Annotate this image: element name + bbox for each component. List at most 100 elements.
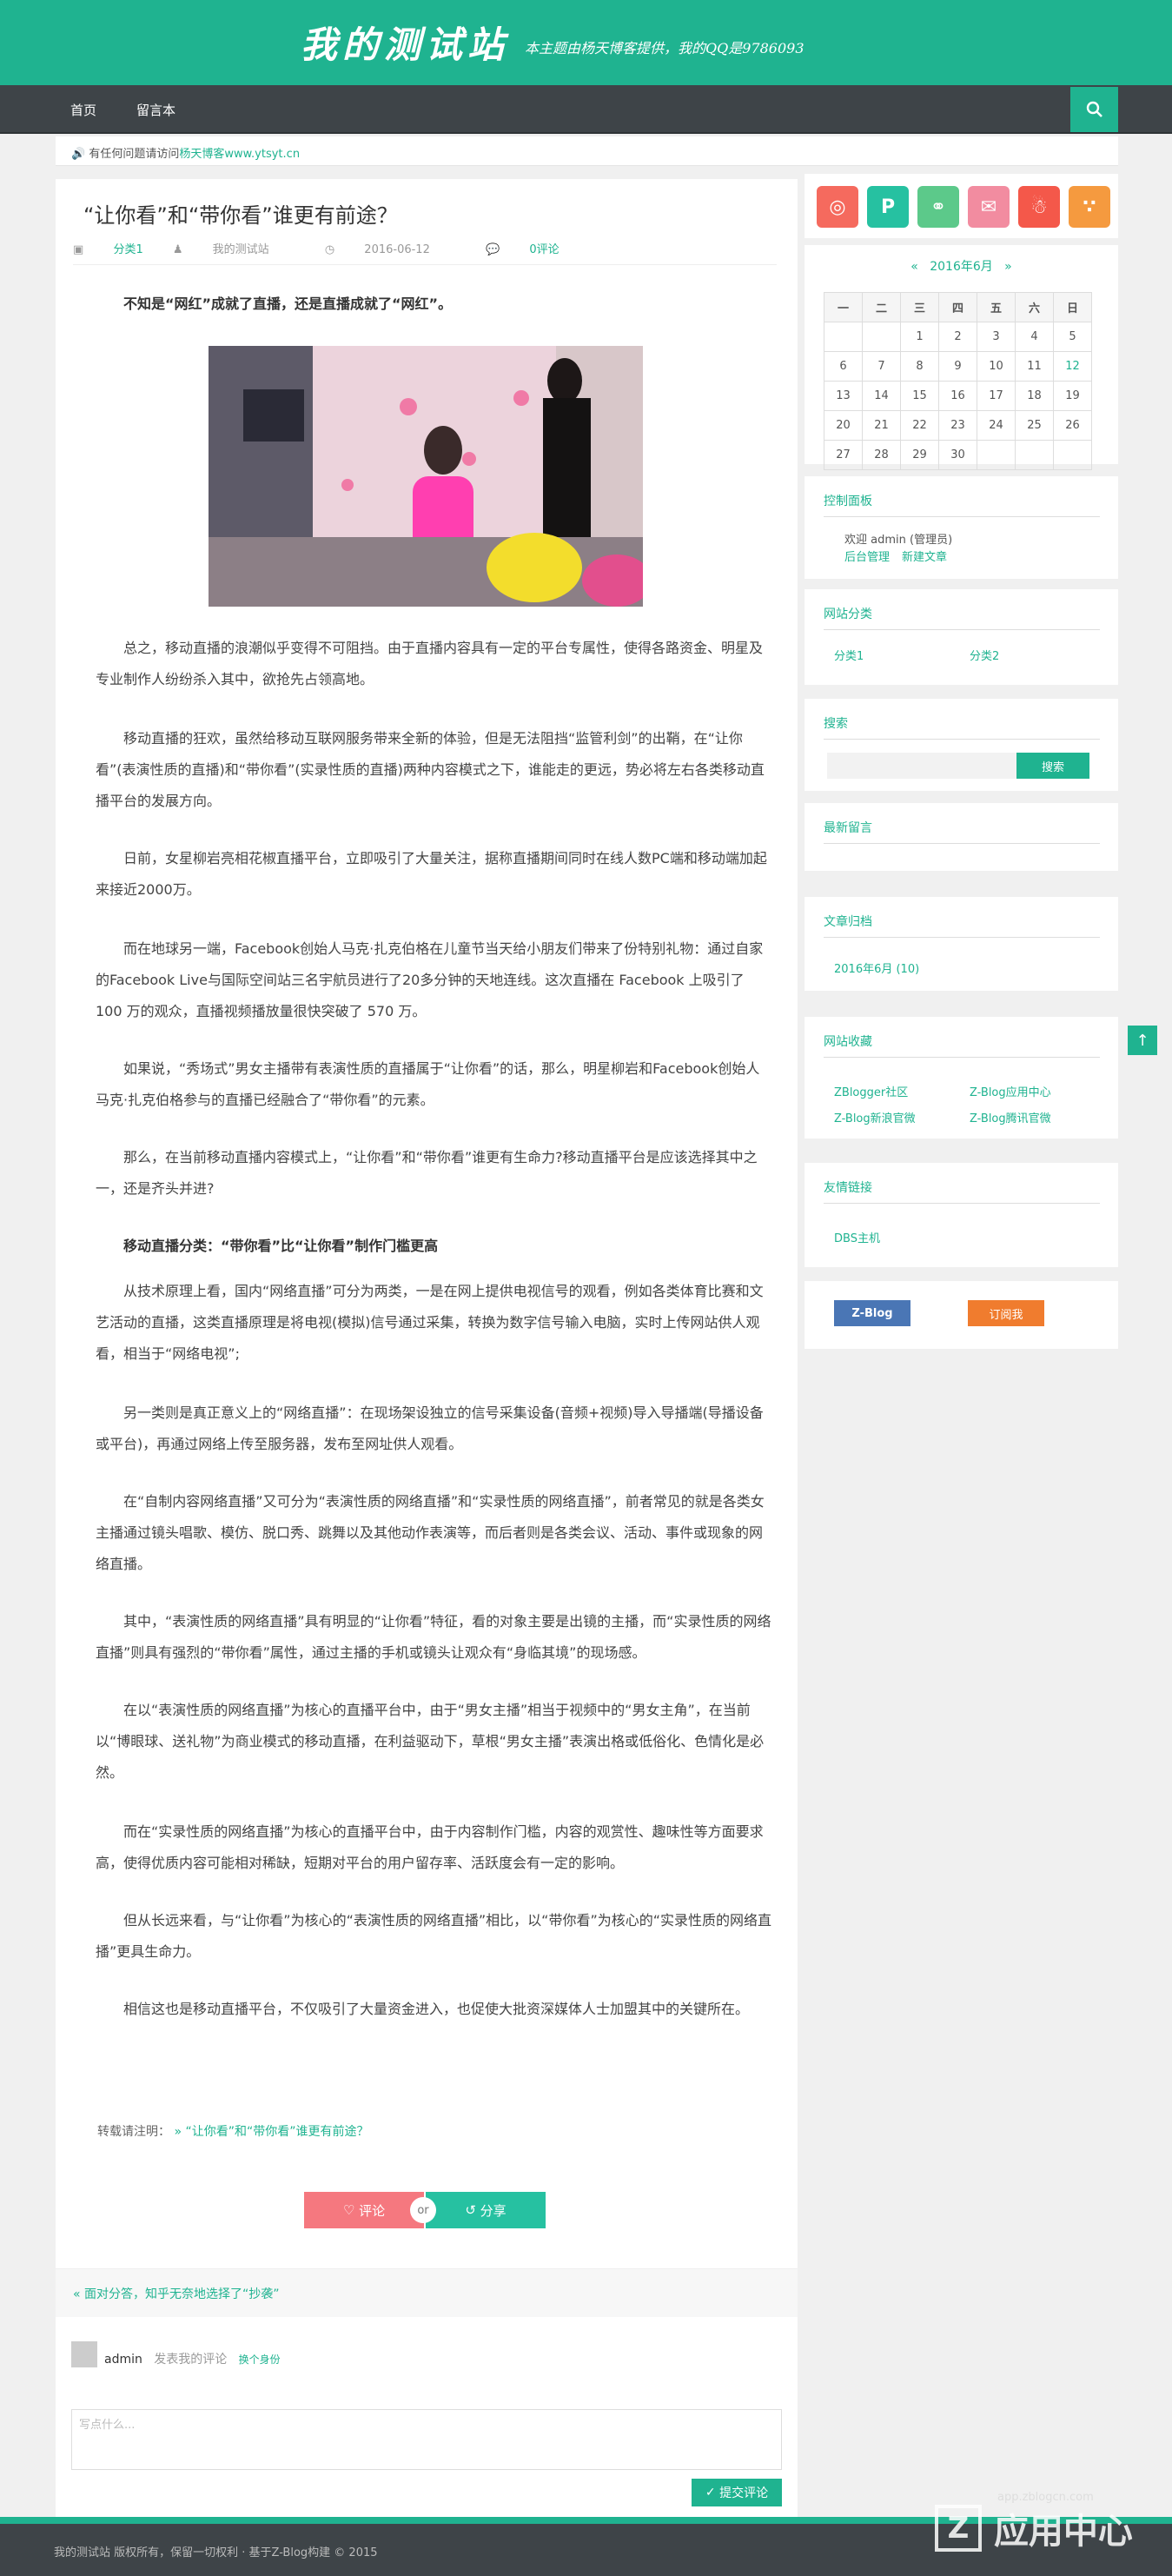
zblog-badge[interactable]: Z-Blog (834, 1300, 910, 1326)
control-panel-box: 控制面板 欢迎 admin (管理员) 后台管理 新建文章 (805, 476, 1118, 579)
site-tagline: 本主题由杨天博客提供，我的QQ是9786093 (525, 40, 805, 56)
calendar-day: 8 (900, 351, 939, 382)
friend-link[interactable]: DBS主机 (834, 1229, 880, 1245)
comment-textarea[interactable]: 写点什么... (71, 2409, 782, 2470)
widget-title: 搜索 (824, 717, 848, 731)
comment-button[interactable]: ♡ 评论 (304, 2192, 424, 2228)
search-toggle-button[interactable] (1070, 87, 1118, 132)
calendar-day: 7 (862, 351, 901, 382)
repost-note: 转载请注明： » “让你看”和“带你看”谁更有前途？ (97, 2122, 368, 2140)
mail-icon[interactable]: ✉ (968, 186, 1010, 228)
widget-title: 网站分类 (824, 607, 872, 621)
widget-title: 友情链接 (824, 1181, 872, 1195)
calendar-day: 11 (1015, 351, 1054, 382)
calendar-day: 25 (1015, 410, 1054, 441)
post-date: 2016-06-12 (364, 243, 430, 256)
calendar-day: 1 (900, 322, 939, 352)
post-paragraph: 而在“实录性质的网络直播”为核心的直播平台中，由于内容制作门槛，内容的观赏性、趣… (96, 1823, 764, 1871)
share-button-label: 分享 (480, 2202, 507, 2219)
calendar-caption: « 2016年6月 » (805, 257, 1118, 275)
rss-icon[interactable]: ∵ (1069, 186, 1110, 228)
weekday: 四 (938, 292, 977, 322)
favorite-link[interactable]: ZBlogger社区 (834, 1083, 908, 1099)
post-paragraph: 那么，在当前移动直播内容模式上，“让你看”和“带你看”谁更有生命力?移动直播平台… (96, 1149, 758, 1197)
footer-text: 我的测试站 版权所有，保留一切权利 · 基于Z-Blog构建 © 2015 (54, 2546, 378, 2559)
category-link[interactable]: 分类1 (834, 647, 864, 663)
qq-icon[interactable]: ☃ (1018, 186, 1060, 228)
calendar-day: 28 (862, 440, 901, 470)
post-comments-link[interactable]: 0评论 (529, 243, 559, 256)
submit-comment-button[interactable]: ✓ 提交评论 (692, 2479, 782, 2506)
favorite-link[interactable]: Z-Blog新浪官微 (834, 1109, 916, 1125)
post-meta: ▣ 分类1 ♟ 我的测试站 ◷ 2016-06-12 💬 0评论 (73, 240, 586, 256)
divider (824, 1203, 1100, 1204)
weibo-icon[interactable]: ◎ (817, 186, 858, 228)
post-paragraph: 移动直播的狂欢，虽然给移动互联网服务带来全新的体验，但是无法阻挡“监管利剑”的出… (96, 730, 765, 809)
folder-icon: ▣ (73, 243, 84, 256)
calendar-day: 23 (938, 410, 977, 441)
post-title: “让你看”和“带你看”谁更有前途？ (83, 203, 398, 228)
calendar-day-linked[interactable]: 12 (1053, 351, 1092, 382)
post-paragraph: 而在地球另一端，Facebook创始人马克·扎克伯格在儿童节当天给小朋友们带来了… (96, 940, 764, 1019)
calendar-day: 29 (900, 440, 939, 470)
calendar-day: 22 (900, 410, 939, 441)
subscribe-badge[interactable]: 订阅我 (968, 1300, 1044, 1326)
favorite-link[interactable]: Z-Blog应用中心 (970, 1083, 1051, 1099)
search-input[interactable] (827, 753, 1016, 779)
watermark: Z 应用中心 (935, 2503, 1133, 2553)
back-to-top-button[interactable]: ↑ (1128, 1026, 1157, 1055)
wechat-icon[interactable]: ⚭ (917, 186, 959, 228)
post-paragraph: 在以“表演性质的网络直播”为核心的直播平台中，由于“男女主播”相当于视频中的“男… (96, 1702, 765, 1781)
divider (824, 937, 1100, 938)
site-title[interactable]: 我的测试站 (301, 16, 509, 69)
calendar-day (862, 322, 901, 352)
badges-box: Z-Blog 订阅我 (805, 1281, 1118, 1349)
calendar-day: 24 (977, 410, 1016, 441)
pinterest-icon[interactable]: P (867, 186, 909, 228)
zblog-logo-icon: Z (935, 2505, 982, 2552)
notice-bar: 🔊 有任何问题请访问杨天博客www.ytsyt.cn (56, 136, 1118, 166)
watermark-text: 应用中心 (993, 2512, 1133, 2552)
share-button[interactable]: ↺ 分享 (426, 2192, 546, 2228)
arrow-up-icon: ↑ (1136, 1031, 1149, 1050)
comment-button-label: 评论 (359, 2202, 386, 2219)
nav-item-guestbook[interactable]: 留言本 (136, 101, 175, 119)
switch-identity-link[interactable]: 换个身份 (239, 2354, 281, 2366)
notice-link[interactable]: 杨天博客www.ytsyt.cn (179, 148, 300, 161)
repost-label: 转载请注明： (97, 2125, 170, 2139)
calendar-day: 9 (938, 351, 977, 382)
calendar-day (977, 440, 1016, 470)
calendar-day: 18 (1015, 381, 1054, 411)
calendar-day: 10 (977, 351, 1016, 382)
calendar-day: 26 (1053, 410, 1092, 441)
divider (824, 629, 1100, 630)
favorite-link[interactable]: Z-Blog腾讯官微 (970, 1109, 1051, 1125)
clock-icon: ◷ (324, 243, 335, 256)
submit-label: 提交评论 (719, 2486, 769, 2500)
user-icon: ♟ (172, 243, 183, 256)
post-paragraph: 日前，女星柳岩亮相花椒直播平台，立即吸引了大量关注，据称直播期间同时在线人数PC… (96, 850, 767, 898)
repost-link[interactable]: » “让你看”和“带你看”谁更有前途？ (174, 2125, 368, 2139)
weekday: 一 (824, 292, 863, 322)
calendar-day: 27 (824, 440, 863, 470)
calendar-next[interactable]: » (1004, 260, 1012, 274)
admin-link[interactable]: 后台管理 (844, 548, 890, 564)
calendar-day: 16 (938, 381, 977, 411)
prev-post-link[interactable]: « 面对分答，知乎无奈地选择了“抄袭” (73, 2285, 280, 2302)
new-post-link[interactable]: 新建文章 (902, 548, 947, 564)
search-button[interactable]: 搜索 (1016, 753, 1089, 779)
calendar-day: 6 (824, 351, 863, 382)
calendar-prev[interactable]: « (910, 260, 918, 274)
calendar-day: 13 (824, 381, 863, 411)
archive-link[interactable]: 2016年6月 (10) (834, 959, 919, 976)
share-icon: ↺ (465, 2202, 480, 2218)
notice-text: 有任何问题请访问 (89, 148, 180, 161)
calendar-day (1015, 440, 1054, 470)
post-category[interactable]: 分类1 (113, 243, 142, 256)
calendar-day (1053, 440, 1092, 470)
nav-item-home[interactable]: 首页 (70, 101, 96, 119)
calendar-day: 19 (1053, 381, 1092, 411)
calendar-day: 17 (977, 381, 1016, 411)
category-link[interactable]: 分类2 (970, 647, 999, 663)
calendar-day: 21 (862, 410, 901, 441)
